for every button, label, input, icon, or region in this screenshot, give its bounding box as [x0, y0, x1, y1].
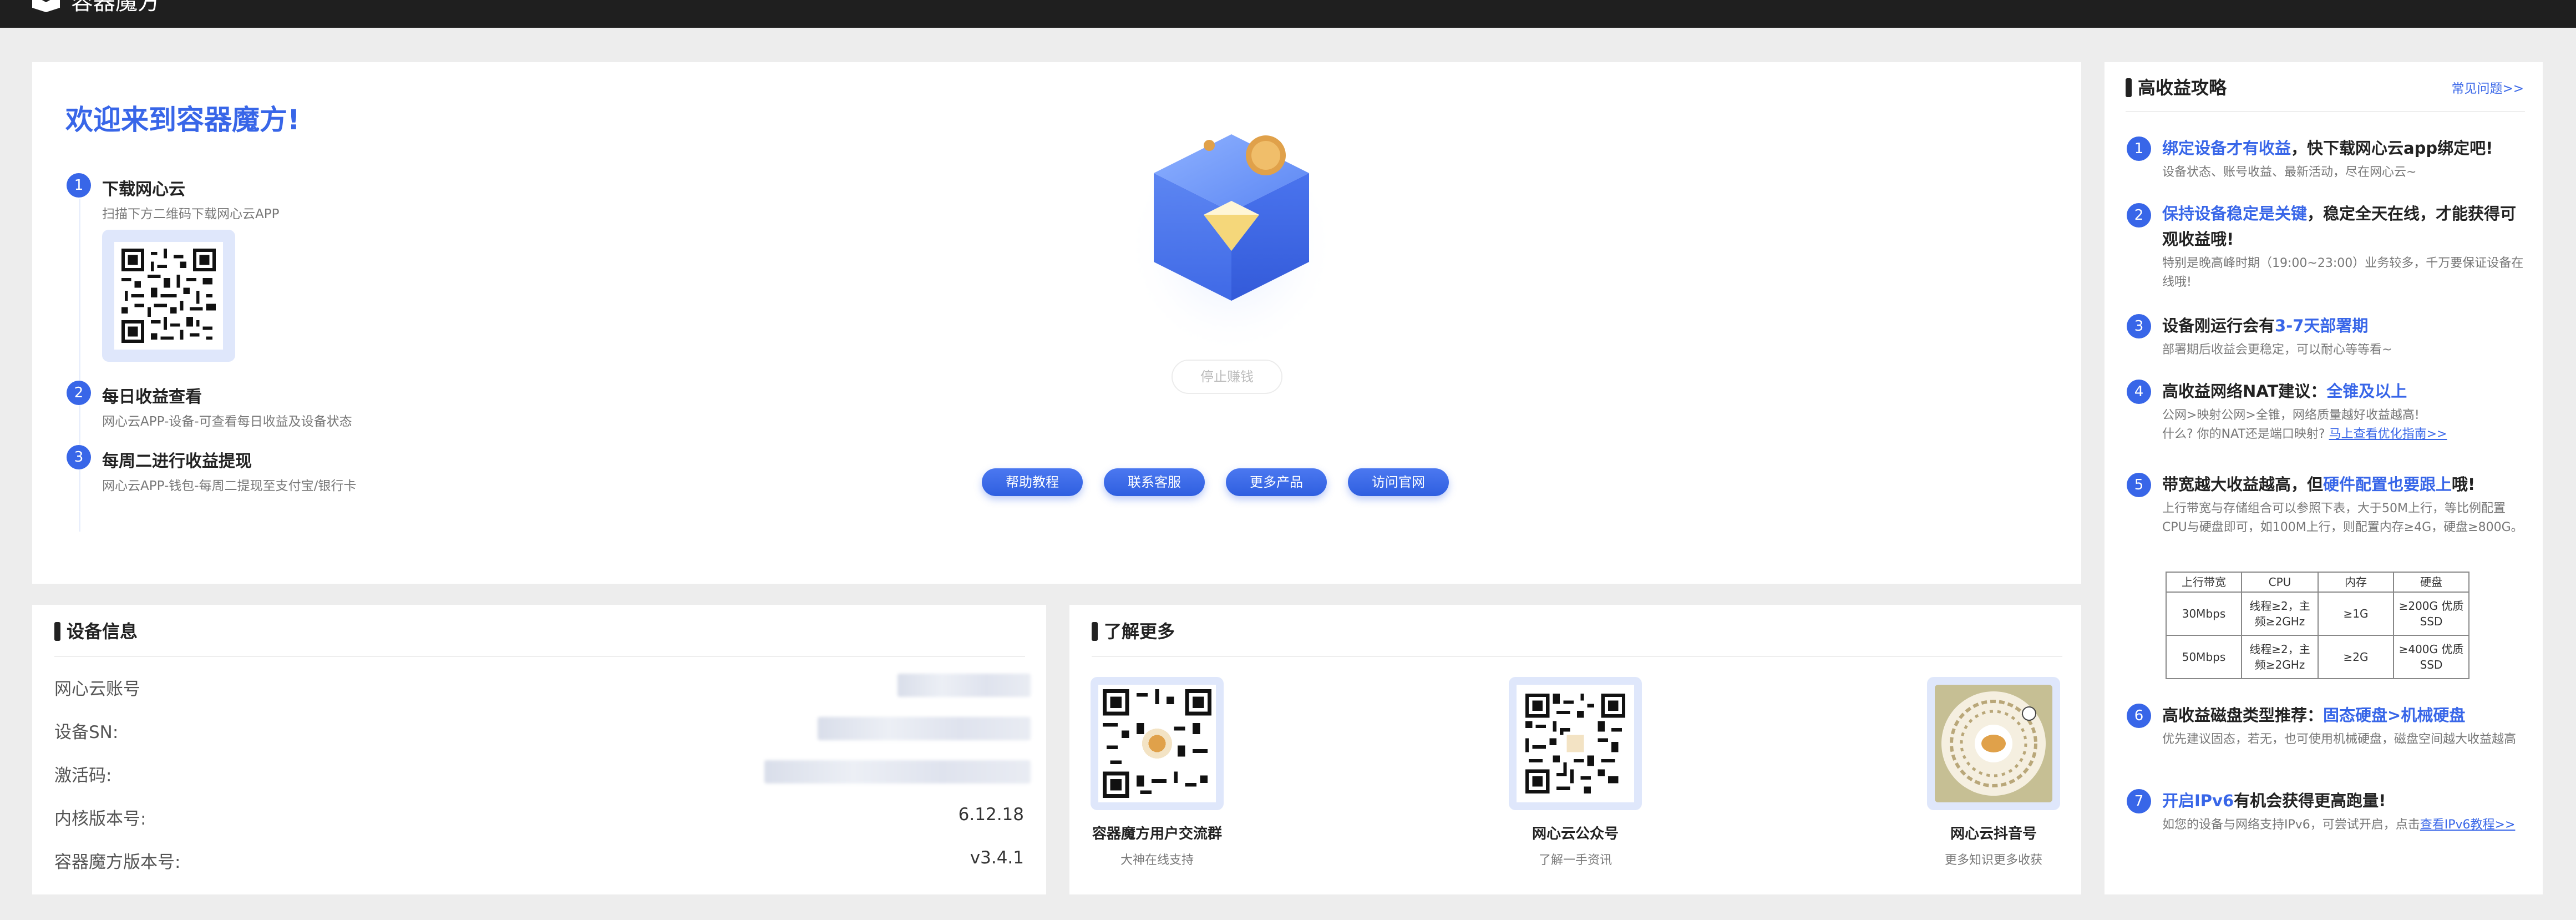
- user-group-label: 容器魔方用户交流群: [1092, 826, 1222, 842]
- tip-2-desc: 特别是晚高峰时期（19:00~23:00）业务较多，千万要保证设备在线哦!: [2162, 256, 2524, 289]
- welcome-title: 欢迎来到容器魔方!: [65, 104, 300, 136]
- tip-6-badge: 6: [2127, 704, 2151, 728]
- spec-cell: ≥2G: [2318, 635, 2394, 679]
- user-group-sub: 大神在线支持: [1120, 853, 1194, 867]
- hardware-spec-table: 上行带宽 CPU 内存 硬盘 30Mbps 线程≥2，主频≥2GHz ≥1G ≥…: [2166, 572, 2469, 679]
- spec-cell: 线程≥2，主频≥2GHz: [2241, 592, 2319, 636]
- stop-earning-button[interactable]: 停止赚钱: [1172, 360, 1282, 394]
- step-2-desc: 网心云APP-设备-可查看每日收益及设备状态: [102, 414, 352, 429]
- tip-2-badge: 2: [2127, 203, 2151, 228]
- tip-4-title: 高收益网络NAT建议：全锥及以上: [2162, 382, 2407, 401]
- device-divider: [54, 656, 1025, 657]
- spec-cell: ≥400G 优质SSD: [2393, 635, 2469, 679]
- faq-link[interactable]: 常见问题>>: [2451, 78, 2524, 97]
- kernel-version-value: 6.12.18: [958, 805, 1024, 825]
- step-2-title: 每日收益查看: [102, 387, 202, 407]
- strategy-divider: [2126, 111, 2525, 112]
- spec-cell: ≥200G 优质SSD: [2393, 592, 2469, 636]
- tip-4-desc2: 什么? 你的NAT还是端口映射? 马上查看优化指南>>: [2162, 427, 2447, 441]
- tip-3-desc: 部署期后收益会更稳定，可以耐心等等看~: [2162, 343, 2392, 357]
- device-sn-label: 设备SN:: [54, 722, 119, 742]
- qr-code-icon: [121, 249, 216, 343]
- douyin-sub: 更多知识更多收获: [1944, 853, 2042, 867]
- tip-7-desc: 如您的设备与网络支持IPv6，可尝试开启，点击查看IPv6教程>>: [2162, 818, 2516, 832]
- learn-more-panel: 了解更多 容器魔方用户交流群 大神在线支持 网心云公众号 了解一手资讯 网心云抖…: [1069, 605, 2081, 894]
- step-2-badge: 2: [67, 381, 91, 405]
- tip-1-badge: 1: [2127, 137, 2151, 161]
- tip-4-badge: 4: [2127, 380, 2151, 404]
- tip-4-desc: 公网>映射公网>全锥，网络质量越好收益越高!: [2162, 408, 2420, 422]
- spec-header-cpu: CPU: [2241, 572, 2319, 593]
- device-info-panel: 设备信息 网心云账号 设备SN: 激活码: 内核版本号: 6.12.18 容器魔…: [32, 605, 1046, 894]
- spec-cell: 30Mbps: [2166, 592, 2242, 636]
- wechat-official-qr: [1509, 677, 1642, 810]
- spec-header-memory: 内存: [2318, 572, 2394, 593]
- app-title: 容器魔方: [71, 0, 160, 15]
- tip-5-desc: 上行带宽与存储组合可以参照下表，大于50M上行，等比例配置CPU与硬盘即可，如1…: [2162, 502, 2523, 534]
- cube-diamond-icon: [1126, 134, 1337, 356]
- tip-7-title: 开启IPv6有机会获得更高跑量!: [2162, 791, 2386, 810]
- contact-support-button[interactable]: 联系客服: [1104, 468, 1205, 496]
- activation-code-label: 激活码:: [54, 766, 112, 786]
- step-1-title: 下载网心云: [102, 180, 185, 199]
- more-products-button[interactable]: 更多产品: [1226, 468, 1327, 496]
- app-version-label: 容器魔方版本号:: [54, 852, 181, 872]
- tip-5-title: 带宽越大收益越高，但硬件配置也要跟上哦!: [2162, 475, 2476, 494]
- douyin-code-icon: [1941, 691, 2046, 796]
- help-tutorial-button[interactable]: 帮助教程: [982, 468, 1083, 496]
- steps-connector: [79, 199, 80, 532]
- qr-code-icon: [1525, 694, 1625, 793]
- user-group-qr: [1091, 677, 1224, 810]
- cube-logo-icon: [32, 0, 60, 12]
- tip-3-badge: 3: [2127, 314, 2151, 338]
- qr-code-icon: [1103, 689, 1211, 798]
- visit-website-button[interactable]: 访问官网: [1348, 468, 1449, 496]
- device-info-title: 设备信息: [54, 620, 138, 643]
- spec-cell: 50Mbps: [2166, 635, 2242, 679]
- spec-header-bandwidth: 上行带宽: [2166, 572, 2242, 593]
- ipv6-guide-link[interactable]: 查看IPv6教程>>: [2420, 818, 2516, 832]
- high-income-strategy-panel: 高收益攻略 常见问题>> 1 绑定设备才有收益，快下载网心云app绑定吧! 设备…: [2105, 62, 2543, 894]
- app-download-qr: [102, 230, 235, 362]
- wechat-official-sub: 了解一手资讯: [1538, 853, 1612, 867]
- tip-3-title: 设备刚运行会有3-7天部署期: [2162, 316, 2369, 335]
- learn-more-title: 了解更多: [1092, 620, 1175, 643]
- tip-6-desc: 优先建议固态，若无，也可使用机械硬盘，磁盘空间越大收益越高: [2162, 732, 2517, 746]
- step-3-desc: 网心云APP-钱包-每周二提现至支付宝/银行卡: [102, 479, 357, 493]
- tip-1-desc: 设备状态、账号收益、最新活动，尽在网心云~: [2162, 165, 2417, 179]
- step-1-desc: 扫描下方二维码下载网心云APP: [102, 207, 280, 221]
- step-3-title: 每周二进行收益提现: [102, 452, 252, 471]
- spec-cell: ≥1G: [2318, 592, 2394, 636]
- spec-cell: 线程≥2，主频≥2GHz: [2241, 635, 2319, 679]
- douyin-qr: [1927, 677, 2060, 810]
- device-sn-value-redacted: [818, 717, 1031, 740]
- step-3-badge: 3: [67, 445, 91, 469]
- nat-guide-link[interactable]: 马上查看优化指南>>: [2329, 427, 2447, 441]
- tip-6-title: 高收益磁盘类型推荐：固态硬盘>机械硬盘: [2162, 706, 2466, 725]
- kernel-version-label: 内核版本号:: [54, 809, 146, 829]
- learn-divider: [1092, 656, 2062, 657]
- account-label: 网心云账号: [54, 679, 140, 699]
- welcome-panel: 欢迎来到容器魔方! 1 下载网心云 扫描下方二维码下载网心云APP 2 每日收益…: [32, 62, 2081, 584]
- strategy-title: 高收益攻略: [2126, 77, 2227, 99]
- douyin-label: 网心云抖音号: [1950, 826, 2037, 842]
- tip-2-title: 保持设备稳定是关键，稳定全天在线，才能获得可观收益哦!: [2162, 204, 2517, 249]
- activation-code-value-redacted: [764, 760, 1031, 783]
- account-value-redacted: [897, 674, 1031, 697]
- wechat-official-label: 网心云公众号: [1532, 826, 1619, 842]
- step-1-badge: 1: [67, 173, 91, 198]
- spec-header-disk: 硬盘: [2393, 572, 2469, 593]
- tip-5-badge: 5: [2127, 473, 2151, 497]
- tip-1-title: 绑定设备才有收益，快下载网心云app绑定吧!: [2162, 139, 2493, 158]
- top-bar: 容器魔方: [0, 0, 2576, 28]
- tip-7-badge: 7: [2127, 789, 2151, 813]
- app-version-value: v3.4.1: [970, 848, 1024, 868]
